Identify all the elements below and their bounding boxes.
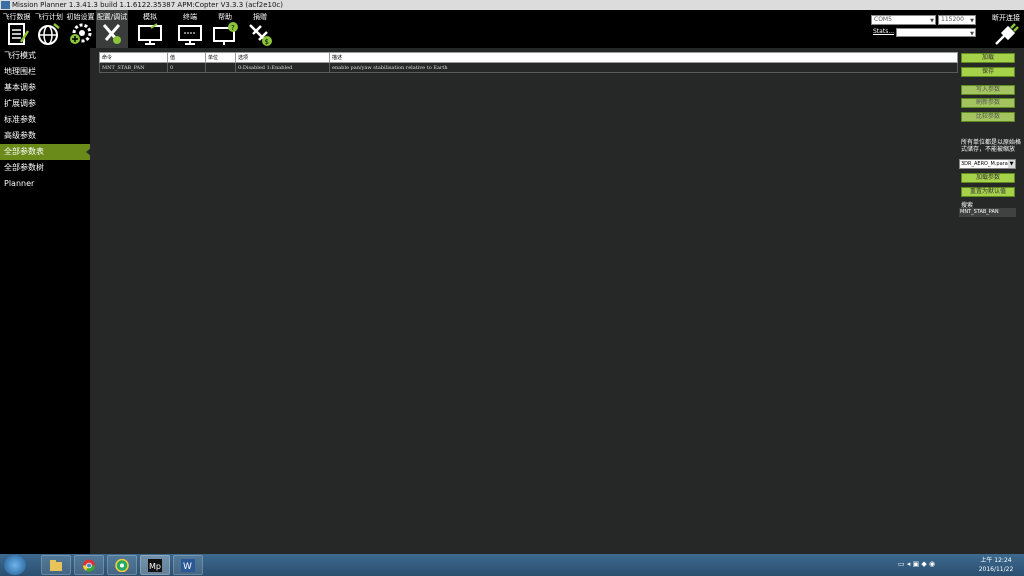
sidebar-item-flight-modes[interactable]: 飞行模式 <box>0 48 90 64</box>
stats-select[interactable]: ▼ <box>896 28 976 37</box>
plug-icon[interactable] <box>992 22 1020 46</box>
baud-rate-select[interactable]: 115200 ▼ <box>938 15 976 25</box>
file-explorer-icon <box>50 560 62 571</box>
taskbar-clock[interactable]: 上午 12:24 2016/11/22 <box>974 556 1018 574</box>
param-description-cell: enable pan/yaw stabilisation relative to… <box>329 62 958 73</box>
sidebar-item-planner[interactable]: Planner <box>0 176 90 192</box>
menu-label: 配置/调试 <box>96 13 128 21</box>
sidebar-item-standard-params[interactable]: 标准参数 <box>0 112 90 128</box>
refresh-params-button[interactable]: 刷新参数 <box>961 98 1015 108</box>
wrench-icon <box>102 24 121 44</box>
stats-link[interactable]: Stats... <box>873 28 894 35</box>
chevron-down-icon: ▼ <box>970 31 974 37</box>
column-header-command[interactable]: 命令 <box>99 52 168 63</box>
table-header-row: 命令 值 单位 选项 描述 <box>99 52 958 63</box>
reset-default-button[interactable]: 重置为默认值 <box>961 187 1015 197</box>
param-name-cell: MNT_STAB_PAN <box>99 62 168 73</box>
taskbar-app-word[interactable]: W <box>173 555 203 575</box>
svg-text:?: ? <box>231 24 235 32</box>
menu-flight-data[interactable]: 飞行数据 <box>0 10 33 48</box>
svg-text:$: $ <box>265 38 269 46</box>
globe-icon <box>38 23 60 45</box>
menu-label: 飞行数据 <box>2 13 31 21</box>
chevron-down-icon: ▼ <box>970 18 974 24</box>
svg-text:W: W <box>183 562 192 572</box>
menu-label: 终端 <box>183 13 197 21</box>
taskbar: Mp W ▭ ◂ ▣ ◆ ◉ 上午 12:24 2016/11/22 <box>0 554 1024 576</box>
sidebar-item-full-param-tree[interactable]: 全部参数树 <box>0 160 90 176</box>
com-port-select[interactable]: COM5 ▼ <box>871 15 936 25</box>
menu-donate[interactable]: 捐赠 $ <box>244 10 276 48</box>
taskbar-app-media[interactable] <box>107 555 137 575</box>
app-icon <box>1 1 10 9</box>
sidebar-item-basic-tuning[interactable]: 基本调参 <box>0 80 90 96</box>
menu-initial-setup[interactable]: 初始设置 <box>65 10 96 48</box>
chevron-down-icon: ▼ <box>930 18 934 24</box>
clock-time: 上午 12:24 <box>980 557 1012 564</box>
taskbar-app-explorer[interactable] <box>41 555 71 575</box>
column-header-units[interactable]: 单位 <box>205 52 236 63</box>
chrome-icon <box>83 559 95 572</box>
units-info-text: 所有单位都是以原始格式储存，不能被缩放 <box>961 139 1022 153</box>
column-header-options[interactable]: 选项 <box>235 52 330 63</box>
simulation-monitor-icon <box>138 23 162 45</box>
menu-flight-plan[interactable]: 飞行计划 <box>33 10 65 48</box>
menu-config-tuning[interactable]: 配置/调试 <box>96 10 128 48</box>
terminal-monitor-icon <box>178 25 202 45</box>
menu-label: 飞行计划 <box>35 13 63 21</box>
write-params-button[interactable]: 写入参数 <box>961 85 1015 95</box>
menu-label: 帮助 <box>218 13 232 21</box>
load-button[interactable]: 加载 <box>961 53 1015 63</box>
param-options-cell: 0:Disabled 1:Enabled <box>235 62 330 73</box>
chevron-down-icon: ▼ <box>1008 160 1015 168</box>
menu-help[interactable]: 帮助 ? <box>209 10 241 48</box>
menu-terminal[interactable]: 终端 <box>174 10 206 48</box>
title-bar: Mission Planner 1.3.41.3 build 1.1.6122.… <box>0 0 1024 10</box>
param-file-select[interactable]: 3DR_AERO_M.param ▼ <box>959 159 1016 169</box>
donate-plane-icon: $ <box>249 24 272 46</box>
menu-label: 捐赠 <box>253 13 267 21</box>
sidebar-item-advanced-params[interactable]: 高级参数 <box>0 128 90 144</box>
table-row[interactable]: MNT_STAB_PAN 0 0:Disabled 1:Enabled enab… <box>99 62 958 73</box>
baud-rate-value: 115200 <box>941 16 964 23</box>
mission-planner-icon: Mp <box>148 559 162 572</box>
param-table: 命令 值 单位 选项 描述 MNT_STAB_PAN 0 0:Disabled … <box>99 52 958 73</box>
param-file-value: 3DR_AERO_M.param <box>961 161 1013 167</box>
search-input[interactable]: MNT_STAB_PAN <box>959 208 1016 217</box>
clock-date: 2016/11/22 <box>978 566 1014 573</box>
system-tray[interactable]: ▭ ◂ ▣ ◆ ◉ <box>898 560 935 568</box>
tray-icons: ▭ ◂ ▣ ◆ ◉ <box>898 560 936 568</box>
word-icon: W <box>181 559 195 572</box>
column-header-value[interactable]: 值 <box>167 52 206 63</box>
column-header-description[interactable]: 描述 <box>329 52 958 63</box>
com-port-value: COM5 <box>874 16 892 23</box>
sidebar-item-full-param-list[interactable]: 全部参数表 <box>0 144 92 160</box>
sidebar-item-geofence[interactable]: 地理围栏 <box>0 64 90 80</box>
taskbar-app-chrome[interactable] <box>74 555 104 575</box>
compare-params-button[interactable]: 比较参数 <box>961 112 1015 122</box>
param-units-cell <box>205 62 236 73</box>
menu-label: 初始设置 <box>66 13 95 21</box>
menu-label: 模拟 <box>143 13 157 21</box>
save-button[interactable]: 保存 <box>961 67 1015 77</box>
media-player-icon <box>115 559 129 572</box>
start-button[interactable] <box>4 555 26 575</box>
window-title: Mission Planner 1.3.41.3 build 1.1.6122.… <box>12 1 283 9</box>
svg-text:Mp: Mp <box>149 562 161 571</box>
param-value-cell[interactable]: 0 <box>167 62 206 73</box>
taskbar-app-mission-planner[interactable]: Mp <box>140 555 170 575</box>
help-monitor-icon: ? <box>213 22 238 45</box>
menu-simulation[interactable]: 模拟 <box>134 10 166 48</box>
sidebar-item-extended-tuning[interactable]: 扩展调参 <box>0 96 90 112</box>
gear-icon <box>69 23 91 44</box>
flight-data-icon <box>7 23 29 45</box>
load-preset-button[interactable]: 加载参数 <box>961 173 1015 183</box>
menu-bar: 飞行数据 飞行计划 初始设置 配置/调试 模拟 终端 帮助 ? 捐赠 $ COM… <box>0 10 1024 48</box>
